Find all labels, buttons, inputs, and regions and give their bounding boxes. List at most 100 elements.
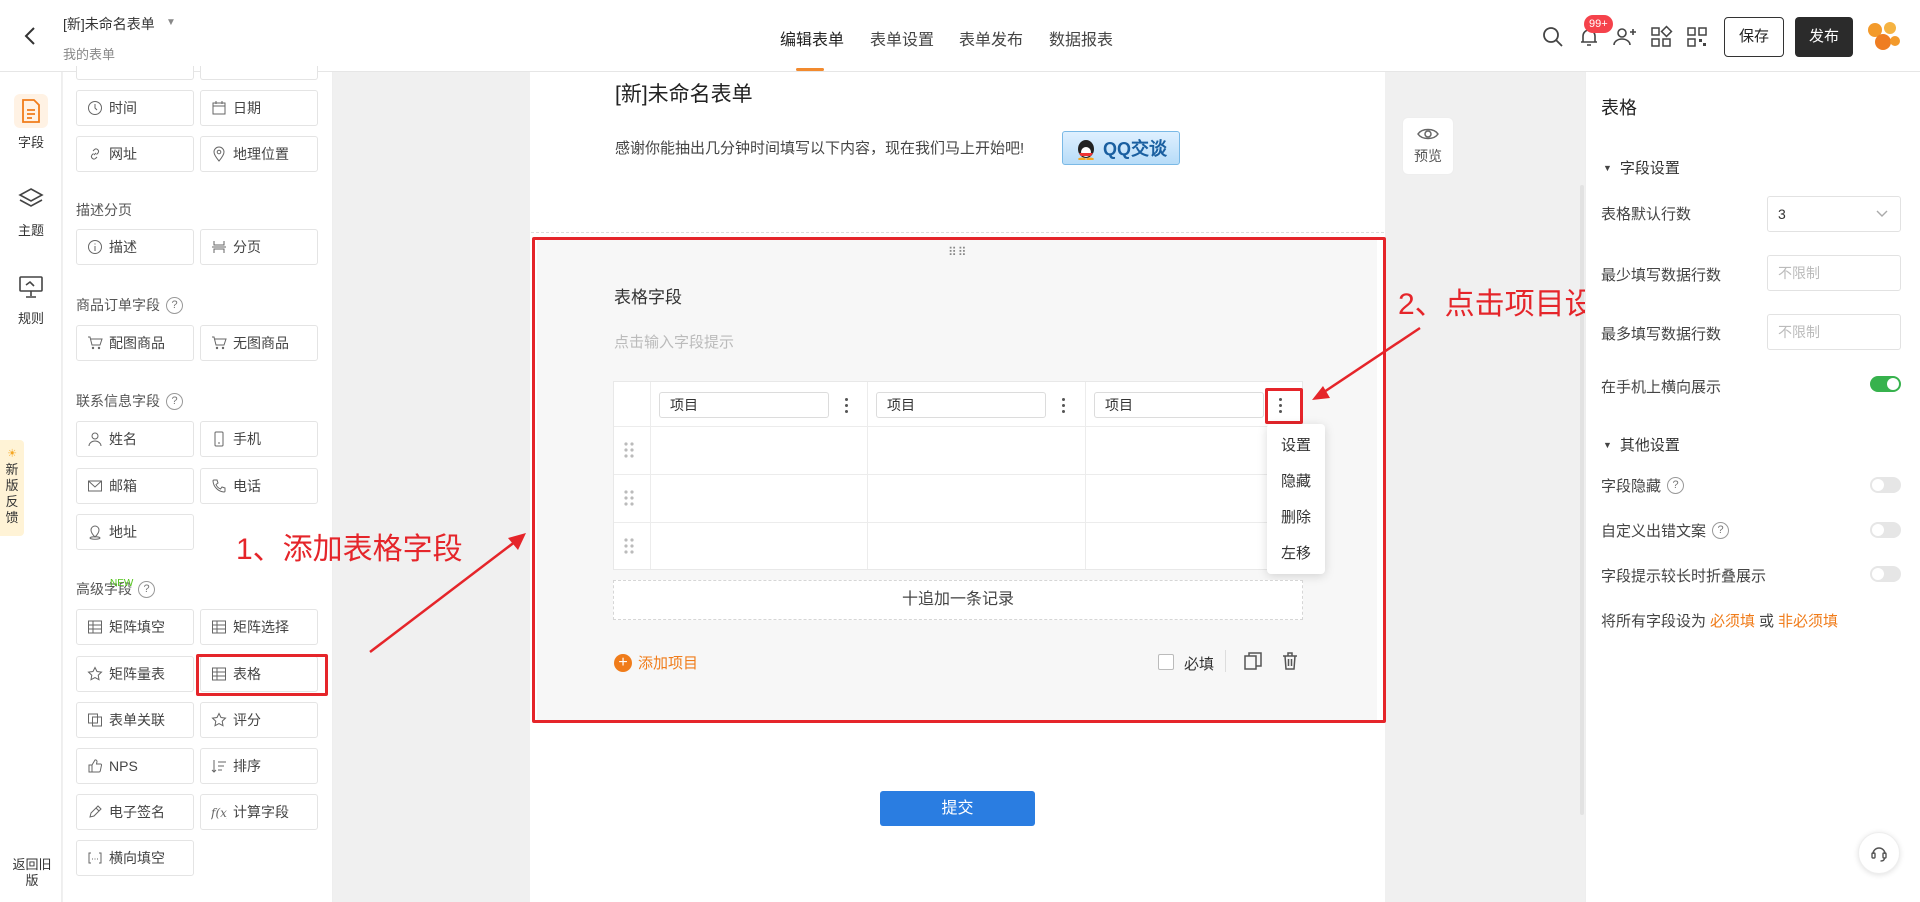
tab-form-publish[interactable]: 表单发布 xyxy=(959,26,1023,50)
palette-chip-signature[interactable]: 电子签名 xyxy=(76,794,194,830)
new-tag: NEW xyxy=(110,578,134,589)
palette-chip-address[interactable]: 地址 xyxy=(76,514,194,550)
help-icon[interactable]: ? xyxy=(166,296,183,314)
table-icon xyxy=(88,620,102,634)
layers-icon xyxy=(14,182,48,216)
section-field-settings[interactable]: ▼ 字段设置 xyxy=(1603,157,1680,178)
section-label: 其他设置 xyxy=(1619,437,1680,454)
back-arrow-icon[interactable] xyxy=(18,22,44,50)
mobile-icon xyxy=(214,431,224,447)
old-version-link[interactable]: 返回旧版 xyxy=(10,857,54,889)
help-icon[interactable]: ? xyxy=(1712,522,1730,539)
caret-down-icon[interactable]: ▼ xyxy=(166,17,176,28)
submit-button[interactable]: 提交 xyxy=(880,791,1035,826)
info-icon xyxy=(88,240,102,254)
set-required-link[interactable]: 必须填 xyxy=(1710,610,1755,631)
palette-chip-name[interactable]: 姓名 xyxy=(76,421,194,457)
section-title: 联系信息字段? xyxy=(76,391,183,411)
template-icon[interactable] xyxy=(1648,24,1674,50)
chip-label: 时间 xyxy=(109,100,137,116)
eye-icon xyxy=(1417,128,1439,140)
sun-icon: ☀ xyxy=(7,448,17,460)
cart-icon xyxy=(88,336,103,350)
tab-form-settings[interactable]: 表单设置 xyxy=(870,26,934,50)
canvas-form-title[interactable]: [新]未命名表单 xyxy=(615,78,753,108)
form-title[interactable]: [新]未命名表单 xyxy=(63,14,155,34)
qq-chat-button[interactable]: QQ交谈 xyxy=(1062,131,1180,165)
chip-label: 无图商品 xyxy=(233,335,289,351)
chip-label: 评分 xyxy=(233,712,261,728)
qrcode-icon[interactable] xyxy=(1684,24,1710,50)
chip-label: 矩阵填空 xyxy=(109,619,165,635)
brand-logo-icon[interactable] xyxy=(1863,18,1903,54)
mobile-landscape-toggle[interactable] xyxy=(1870,376,1901,392)
collapse-hint-toggle[interactable] xyxy=(1870,566,1901,582)
preview-label: 预览 xyxy=(1414,148,1442,164)
palette-chip-plain-product[interactable]: 无图商品 xyxy=(200,325,318,361)
canvas-form-description[interactable]: 感谢你能抽出几分钟时间填写以下内容，现在我们马上开始吧! xyxy=(615,137,1024,158)
section-title-text: 描述分页 xyxy=(76,202,132,218)
palette-chip-nps[interactable]: NPS xyxy=(76,748,194,784)
chip-label: 网址 xyxy=(109,146,137,162)
max-rows-input[interactable]: 不限制 xyxy=(1767,314,1901,350)
rail-item-label: 规则 xyxy=(17,311,44,326)
publish-button[interactable]: 发布 xyxy=(1795,17,1853,57)
chip-label: 表单关联 xyxy=(109,712,165,728)
default-rows-label: 表格默认行数 xyxy=(1601,206,1692,223)
min-rows-input[interactable]: 不限制 xyxy=(1767,255,1901,291)
palette-chip-phone[interactable]: 电话 xyxy=(200,468,318,504)
feedback-tab[interactable]: ☀ 新版反馈 xyxy=(0,440,24,536)
save-button[interactable]: 保存 xyxy=(1724,17,1784,57)
palette-chip-description[interactable]: 描述 xyxy=(76,229,194,265)
chip-label: 手机 xyxy=(233,431,261,447)
help-icon[interactable]: ? xyxy=(1667,477,1685,494)
palette-chip-time[interactable]: 时间 xyxy=(76,90,194,126)
palette-chip-mobile[interactable]: 手机 xyxy=(200,421,318,457)
help-icon[interactable]: ? xyxy=(166,392,183,410)
search-icon[interactable] xyxy=(1540,24,1566,50)
preview-button[interactable]: 预览 xyxy=(1402,117,1454,175)
palette-chip-rating[interactable]: 评分 xyxy=(200,702,318,738)
tab-data-report[interactable]: 数据报表 xyxy=(1049,26,1113,50)
rail-item-theme[interactable]: 主题 xyxy=(0,182,62,239)
field-hidden-toggle[interactable] xyxy=(1870,477,1901,493)
palette-chip-matrix-scale[interactable]: 矩阵量表 xyxy=(76,656,194,692)
section-title-text: 商品订单字段 xyxy=(76,297,160,313)
palette-chip-url[interactable]: 网址 xyxy=(76,136,194,172)
palette-chip-matrix-fill[interactable]: 矩阵填空 xyxy=(76,609,194,645)
customer-service-icon[interactable] xyxy=(1858,832,1900,874)
palette-chip-image-product[interactable]: 配图商品 xyxy=(76,325,194,361)
section-other-settings[interactable]: ▼ 其他设置 xyxy=(1603,434,1680,455)
help-icon[interactable]: ? xyxy=(138,580,155,598)
palette-chip-matrix-choice[interactable]: 矩阵选择 xyxy=(200,609,318,645)
cart-icon xyxy=(212,336,227,350)
palette-chip-partial[interactable] xyxy=(76,66,194,80)
add-user-icon[interactable] xyxy=(1611,24,1637,50)
palette-chip-form-link[interactable]: 表单关联 xyxy=(76,702,194,738)
palette-chip-location[interactable]: 地理位置 xyxy=(200,136,318,172)
annotation-arrow-1 xyxy=(369,533,526,653)
palette-chip-calc[interactable]: f(x) 计算字段 xyxy=(200,794,318,830)
custom-error-toggle[interactable] xyxy=(1870,522,1901,538)
set-optional-link[interactable]: 非必须填 xyxy=(1778,610,1838,631)
palette-chip-sort[interactable]: 排序 xyxy=(200,748,318,784)
palette-chip-date[interactable]: 日期 xyxy=(200,90,318,126)
chip-label: 分页 xyxy=(233,239,261,255)
section-title: 描述分页 xyxy=(76,200,132,220)
palette-chip-inline-fill[interactable]: 横向填空 xyxy=(76,840,194,876)
function-icon: f(x) xyxy=(211,806,227,820)
palette-chip-pagebreak[interactable]: 分页 xyxy=(200,229,318,265)
or-text: 或 xyxy=(1759,613,1775,630)
notification-badge: 99+ xyxy=(1584,15,1613,33)
person-icon xyxy=(88,432,102,447)
rail-item-label: 主题 xyxy=(17,223,44,238)
palette-chip-partial[interactable] xyxy=(200,66,318,80)
default-rows-select[interactable]: 3 xyxy=(1767,196,1901,232)
rail-item-fields[interactable]: 字段 xyxy=(0,94,62,151)
rail-item-rules[interactable]: 规则 xyxy=(0,270,62,327)
default-rows-value: 3 xyxy=(1778,206,1786,222)
form-breadcrumb[interactable]: 我的表单 xyxy=(63,44,115,63)
inline-fill-icon xyxy=(88,852,102,864)
tab-edit-form[interactable]: 编辑表单 xyxy=(780,26,844,50)
palette-chip-email[interactable]: 邮箱 xyxy=(76,468,194,504)
